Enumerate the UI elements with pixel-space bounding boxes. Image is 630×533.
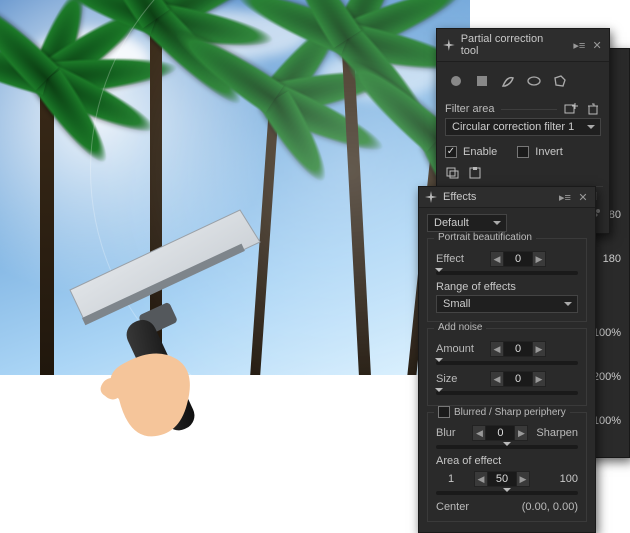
- panel-close-icon[interactable]: ✕: [577, 191, 589, 203]
- photo-canvas: [0, 0, 470, 375]
- range-of-effects-label: Range of effects: [436, 281, 578, 293]
- area-slider[interactable]: [436, 491, 578, 495]
- area-spinner[interactable]: ◀ 50 ▶: [474, 471, 530, 487]
- periphery-spinner[interactable]: ◀ 0 ▶: [472, 425, 528, 441]
- center-value: (0.00, 0.00): [522, 501, 578, 513]
- spinner-right-icon[interactable]: ▶: [533, 344, 545, 355]
- area-max: 100: [538, 473, 578, 485]
- enable-label: Enable: [463, 146, 497, 158]
- size-slider[interactable]: [436, 391, 578, 395]
- spinner-left-icon[interactable]: ◀: [491, 344, 503, 355]
- back-value: 100%: [593, 415, 621, 427]
- portrait-legend: Portrait beautification: [434, 232, 536, 243]
- effect-value[interactable]: 0: [503, 252, 533, 266]
- panel-close-icon[interactable]: ✕: [591, 39, 603, 51]
- copy-mask-icon[interactable]: [445, 166, 461, 180]
- amount-slider[interactable]: [436, 361, 578, 365]
- area-min: 1: [436, 473, 466, 485]
- size-spinner[interactable]: ◀ 0 ▶: [490, 371, 546, 387]
- effect-spinner[interactable]: ◀ 0 ▶: [490, 251, 546, 267]
- panel-title-text: Effects: [443, 191, 476, 203]
- spinner-right-icon[interactable]: ▶: [515, 428, 527, 439]
- enable-checkbox[interactable]: [445, 146, 457, 158]
- effects-panel: Effects ▸≡ ✕ Default Portrait beautifica…: [418, 186, 596, 533]
- area-value[interactable]: 50: [487, 472, 517, 486]
- circle-mask-icon[interactable]: [447, 72, 465, 90]
- back-value: 180: [593, 253, 621, 265]
- invert-label: Invert: [535, 146, 563, 158]
- amount-value[interactable]: 0: [503, 342, 533, 356]
- spinner-left-icon[interactable]: ◀: [491, 374, 503, 385]
- panel-title-text: Partial correction tool: [461, 33, 562, 57]
- effect-slider[interactable]: [436, 271, 578, 275]
- spinner-right-icon[interactable]: ▶: [533, 374, 545, 385]
- delete-filter-icon[interactable]: [585, 102, 601, 116]
- spinner-left-icon[interactable]: ◀: [491, 254, 503, 265]
- gradient-mask-icon[interactable]: [473, 72, 491, 90]
- correction-circle-overlay: [90, 0, 470, 375]
- spinner-right-icon[interactable]: ▶: [517, 474, 529, 485]
- size-label: Size: [436, 373, 482, 385]
- mask-shape-toolbar: [445, 68, 601, 98]
- effect-label: Effect: [436, 253, 482, 265]
- panel-menu-icon[interactable]: ▸≡: [573, 39, 585, 51]
- invert-checkbox-row[interactable]: Invert: [517, 146, 563, 158]
- panel-icon: [425, 191, 437, 203]
- invert-checkbox[interactable]: [517, 146, 529, 158]
- periphery-checkbox[interactable]: [438, 406, 450, 418]
- filter-select-dropdown[interactable]: Circular correction filter 1: [445, 118, 601, 136]
- preset-dropdown[interactable]: Default: [427, 214, 507, 232]
- panel-menu-icon[interactable]: ▸≡: [559, 191, 571, 203]
- periphery-value[interactable]: 0: [485, 426, 515, 440]
- spinner-left-icon[interactable]: ◀: [473, 428, 485, 439]
- back-value: 200%: [593, 371, 621, 383]
- panel-icon: [443, 39, 455, 51]
- periphery-group: Blurred / Sharp periphery Blur ◀ 0 ▶ Sha…: [427, 412, 587, 522]
- amount-spinner[interactable]: ◀ 0 ▶: [490, 341, 546, 357]
- preset-dropdown-value: Default: [434, 217, 469, 229]
- blur-label: Blur: [436, 427, 464, 439]
- range-of-effects-dropdown[interactable]: Small: [436, 295, 578, 313]
- panel-title-bar[interactable]: Effects ▸≡ ✕: [419, 187, 595, 208]
- range-of-effects-value: Small: [443, 298, 471, 310]
- area-label: Area of effect: [436, 455, 578, 467]
- filter-select-value: Circular correction filter 1: [452, 121, 574, 133]
- noise-legend: Add noise: [434, 322, 486, 333]
- spinner-right-icon[interactable]: ▶: [533, 254, 545, 265]
- brush-mask-icon[interactable]: [499, 72, 517, 90]
- periphery-slider[interactable]: [436, 445, 578, 449]
- paste-mask-icon[interactable]: [467, 166, 483, 180]
- panel-title-bar[interactable]: Partial correction tool ▸≡ ✕: [437, 29, 609, 62]
- polygon-mask-icon[interactable]: [551, 72, 569, 90]
- filter-area-label: Filter area: [445, 103, 495, 115]
- portrait-group: Portrait beautification Effect ◀ 0 ▶ Ran…: [427, 238, 587, 322]
- spinner-left-icon[interactable]: ◀: [475, 474, 487, 485]
- periphery-legend: Blurred / Sharp periphery: [454, 407, 566, 418]
- back-value: 100%: [593, 327, 621, 339]
- center-label: Center: [436, 501, 469, 513]
- sharpen-label: Sharpen: [536, 427, 578, 439]
- noise-group: Add noise Amount ◀ 0 ▶ Size ◀ 0 ▶: [427, 328, 587, 406]
- size-value[interactable]: 0: [503, 372, 533, 386]
- ellipse-mask-icon[interactable]: [525, 72, 543, 90]
- amount-label: Amount: [436, 343, 482, 355]
- enable-checkbox-row[interactable]: Enable: [445, 146, 497, 158]
- add-filter-icon[interactable]: [563, 102, 579, 116]
